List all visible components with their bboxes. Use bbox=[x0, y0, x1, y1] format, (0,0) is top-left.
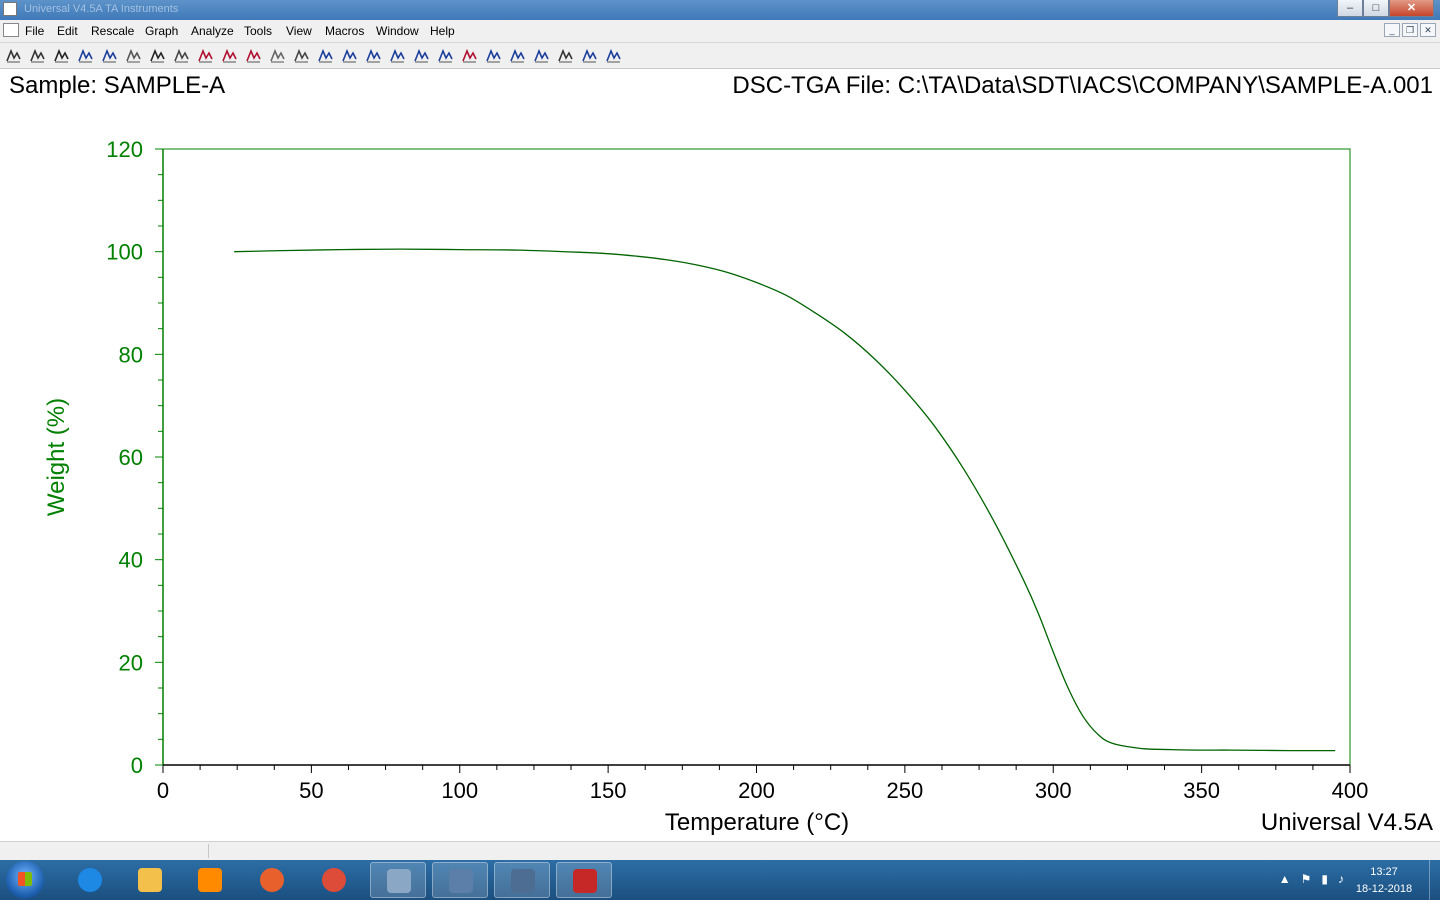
x-tick-label: 150 bbox=[590, 778, 627, 803]
universal-analysis-glyph bbox=[573, 869, 597, 893]
x-tick-label: 350 bbox=[1183, 778, 1220, 803]
status-separator bbox=[208, 844, 209, 858]
internet-explorer-glyph bbox=[78, 868, 102, 892]
tray-expand-icon[interactable]: ▲ bbox=[1279, 872, 1291, 886]
software-version: Universal V4.5A bbox=[1261, 809, 1433, 836]
file-explorer-glyph bbox=[138, 868, 162, 892]
firefox-icon[interactable] bbox=[244, 862, 300, 898]
file-explorer-icon[interactable] bbox=[122, 862, 178, 898]
system-tray: ▲ ⚑ ▮ ♪ bbox=[1279, 872, 1344, 886]
y-tick-label: 40 bbox=[119, 548, 143, 573]
x-tick-label: 400 bbox=[1332, 778, 1369, 803]
clock-time[interactable]: 13:27 bbox=[1354, 866, 1414, 878]
y-tick-label: 120 bbox=[106, 137, 143, 162]
start-button[interactable] bbox=[6, 861, 44, 899]
tga-chart: 0 50 100 150 200 250 300 350 400020406080100120 … bbox=[43, 137, 1433, 836]
chart-series bbox=[234, 248, 1336, 752]
taskbar bbox=[0, 860, 1440, 900]
media-player-glyph bbox=[198, 868, 222, 892]
plot-frame bbox=[162, 148, 1351, 766]
y-axis-label: Weight (%) bbox=[43, 398, 70, 516]
chrome-glyph bbox=[322, 868, 346, 892]
universal-analysis-icon[interactable] bbox=[556, 862, 612, 898]
y-tick-label: 100 bbox=[106, 240, 143, 265]
network-icon[interactable]: ▮ bbox=[1321, 872, 1328, 886]
status-bar bbox=[0, 841, 1440, 860]
ta-universal-glyph bbox=[449, 869, 473, 893]
y-tick-label: 80 bbox=[119, 342, 143, 367]
weight-curve bbox=[234, 248, 1336, 752]
x-tick-label: 300 bbox=[1035, 778, 1072, 803]
x-tick-label: 250 bbox=[887, 778, 924, 803]
ta-universal-icon[interactable] bbox=[432, 862, 488, 898]
media-player-icon[interactable] bbox=[182, 862, 238, 898]
x-tick-label: 200 bbox=[738, 778, 775, 803]
action-center-icon[interactable]: ⚑ bbox=[1301, 872, 1312, 886]
y-tick-label: 0 bbox=[131, 753, 143, 778]
x-axis-label: Temperature (°C) bbox=[665, 809, 849, 836]
ta-explorer-glyph bbox=[387, 869, 411, 893]
x-tick-label: 0 bbox=[157, 778, 169, 803]
x-tick-label: 50 bbox=[299, 778, 323, 803]
chrome-icon[interactable] bbox=[306, 862, 362, 898]
instrument-control-icon[interactable] bbox=[494, 862, 550, 898]
ta-explorer-icon[interactable] bbox=[370, 862, 426, 898]
show-desktop-button[interactable] bbox=[1429, 860, 1440, 900]
y-tick-label: 20 bbox=[119, 650, 143, 675]
firefox-glyph bbox=[260, 868, 284, 892]
internet-explorer-icon[interactable] bbox=[62, 862, 118, 898]
instrument-control-glyph bbox=[511, 869, 535, 893]
chart-axes: 0 50 100 150 200 250 300 350 400 0 20 40 60 80 100 120 bbox=[106, 137, 1368, 803]
volume-icon[interactable]: ♪ bbox=[1338, 872, 1344, 886]
clock-date[interactable]: 18-12-2018 bbox=[1354, 883, 1414, 895]
x-tick-label: 100 bbox=[441, 778, 478, 803]
y-tick-label: 60 bbox=[119, 445, 143, 470]
